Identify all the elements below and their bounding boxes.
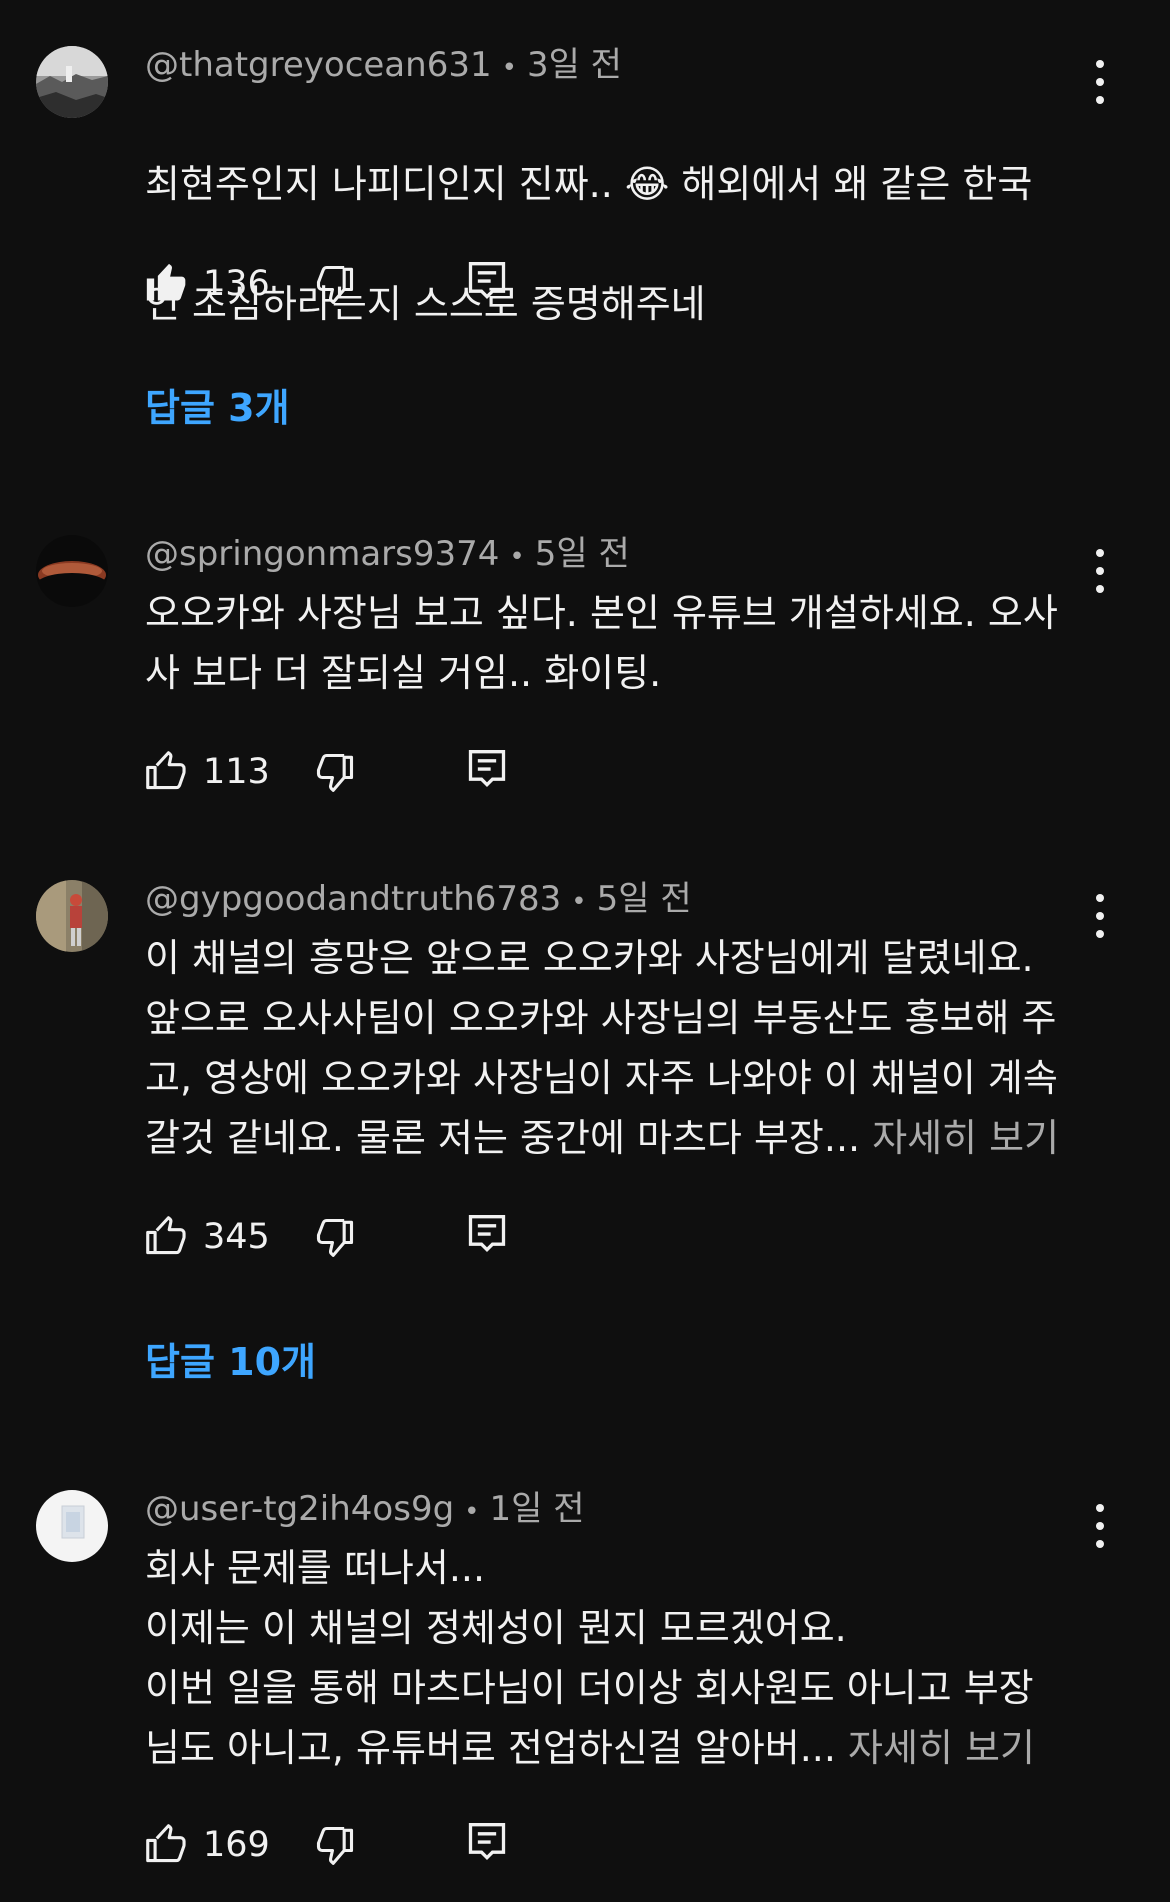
like-count: 136 [203,264,270,304]
comment-time[interactable]: 1일 전 [490,1489,585,1529]
comment-actions: 169 [145,1815,545,1875]
comment-meta: @gypgoodandtruth6783 • 5일 전 [145,879,692,922]
comment-time[interactable]: 5일 전 [535,534,630,574]
meta-separator: • [464,1497,480,1527]
comment-text: 회사 문제를 떠나서... 이제는 이 채널의 정체성이 뭔지 모르겠어요. 이… [145,1538,1090,1778]
dislike-button[interactable] [313,750,357,794]
reply-button[interactable] [465,1213,509,1257]
like-count: 113 [203,752,270,792]
dislike-button[interactable] [313,1823,357,1867]
reply-icon [468,750,506,788]
comment-time[interactable]: 3일 전 [527,45,622,85]
avatar[interactable] [36,535,108,607]
reply-icon [468,262,506,300]
comment-meta: @user-tg2ih4os9g • 1일 전 [145,1489,585,1532]
comment-author[interactable]: @thatgreyocean631 [145,45,492,85]
comment-meta: @springonmars9374 • 5일 전 [145,534,630,577]
comment-author[interactable]: @gypgoodandtruth6783 [145,879,561,919]
reply-icon [468,1823,506,1861]
like-button[interactable] [145,750,189,794]
meta-separator: • [571,887,587,917]
reply-button[interactable] [465,748,509,792]
thumbs-down-icon [316,1826,354,1865]
comment-author[interactable]: @user-tg2ih4os9g [145,1489,454,1529]
like-count: 345 [203,1217,270,1257]
thumbs-down-icon [316,265,354,304]
thumbs-down-icon [316,753,354,792]
dislike-button[interactable] [313,1215,357,1259]
comment-meta: @thatgreyocean631 • 3일 전 [145,45,622,88]
dislike-button[interactable] [313,262,357,306]
avatar[interactable] [36,880,108,952]
view-replies-button[interactable]: 답글 3개 [145,383,290,433]
thumbs-up-icon [146,751,186,790]
thumbs-down-icon [316,1218,354,1257]
read-more-link[interactable]: 자세히 보기 [848,1726,1035,1770]
like-count: 169 [203,1825,270,1865]
view-replies-button[interactable]: 답글 10개 [145,1337,316,1387]
reply-button[interactable] [465,260,509,304]
thumbs-up-icon [146,1216,186,1255]
comment-actions: 113 [145,742,545,802]
comment-actions: 345 [145,1207,545,1267]
avatar[interactable] [36,1490,108,1562]
meta-separator: • [509,542,525,572]
comment-text: 오오카와 사장님 보고 싶다. 본인 유튜브 개설하세요. 오사 사 보다 더 … [145,591,1058,695]
comment-text: 최현주인지 나피디인지 진짜.. 😂 해외에서 왜 같은 한국 인 조심하라는지… [145,94,1090,394]
like-button[interactable] [145,262,189,306]
reply-button[interactable] [465,1821,509,1865]
thumbs-up-filled-icon [146,263,186,301]
comment-time[interactable]: 5일 전 [597,879,692,919]
reply-icon [468,1215,506,1253]
like-button[interactable] [145,1215,189,1259]
comment-text-line: 최현주인지 나피디인지 진짜.. [145,162,625,206]
comment-text: 이 채널의 흥망은 앞으로 오오카와 사장님에게 달렸네요. 앞으로 오사사팀이… [145,928,1090,1168]
comment-actions: 136 [145,254,545,314]
meta-separator: • [501,53,517,83]
avatar[interactable] [36,46,108,118]
read-more-link[interactable]: 자세히 보기 [872,1116,1059,1160]
comment-text-line-end: 해외에서 왜 같은 한국 [669,162,1033,206]
comment-author[interactable]: @springonmars9374 [145,534,499,574]
emoji-laugh: 😂 [624,162,670,206]
thumbs-up-icon [146,1824,186,1863]
like-button[interactable] [145,1823,189,1867]
